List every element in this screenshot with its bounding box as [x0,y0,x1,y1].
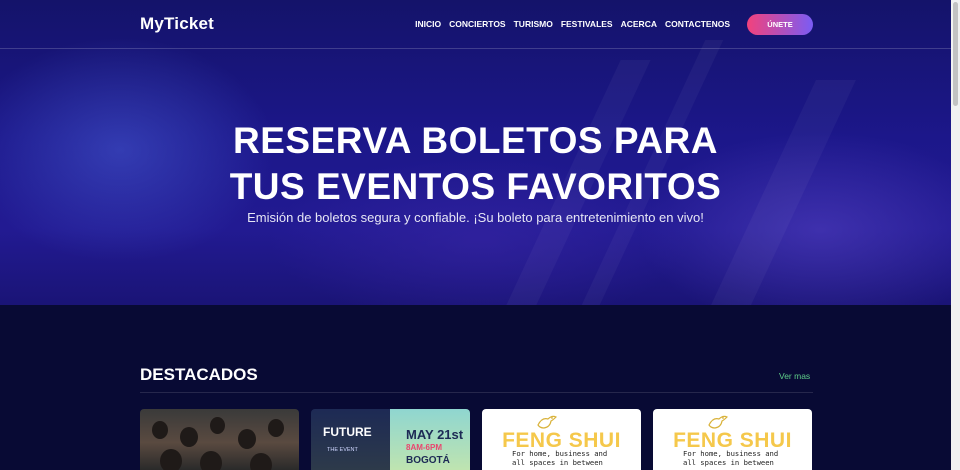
brand-logo[interactable]: MyTicket [140,14,214,34]
crowd-figure [250,453,272,470]
hero-headline-line1: RESERVA BOLETOS PARA [233,120,718,161]
crowd-figure [200,451,222,470]
hero-headline: RESERVA BOLETOS PARA TUS EVENTOS FAVORIT… [0,118,951,210]
hero-subtitle: Emisión de boletos segura y confiable. ¡… [247,210,704,225]
nav-item-conciertos[interactable]: CONCIERTOS [449,19,506,29]
see-more-link[interactable]: Ver mas [779,371,810,381]
card-event-text: THE EVENT [327,447,358,453]
top-navbar: MyTicket INICIO CONCIERTOS TURISMO FESTI… [0,0,951,49]
card-future-text: FUTURE [323,425,372,439]
card-text-line2: all spaces in between [512,458,603,467]
event-card[interactable]: FENG SHUI For home, business and all spa… [482,409,641,470]
nav-item-festivales[interactable]: FESTIVALES [561,19,613,29]
card-poster-left [311,409,390,470]
card-city: BOGOTÁ [406,455,450,466]
join-button[interactable]: ÚNETE [747,14,813,35]
nav-menu: INICIO CONCIERTOS TURISMO FESTIVALES ACE… [415,19,730,29]
nav-item-inicio[interactable]: INICIO [415,19,441,29]
card-text-line1: For home, business and [512,449,608,458]
nav-item-acerca[interactable]: ACERCA [621,19,657,29]
crowd-figure [268,419,284,437]
card-text-line1: For home, business and [683,449,779,458]
crowd-figure [152,421,168,439]
card-text-line2: all spaces in between [683,458,774,467]
scrollbar-thumb[interactable] [953,2,958,106]
card-date: MAY 21st [406,427,464,442]
crowd-figure [160,449,182,470]
crowd-figure [238,429,256,449]
featured-title: DESTACADOS [140,365,258,384]
nav-item-turismo[interactable]: TURISMO [514,19,553,29]
event-card[interactable] [140,409,299,470]
event-card[interactable]: FENG SHUI For home, business and all spa… [653,409,812,470]
section-divider [140,392,813,393]
crowd-figure [210,417,225,434]
hero-banner: MyTicket INICIO CONCIERTOS TURISMO FESTI… [0,0,951,305]
crowd-figure [180,427,198,447]
card-text: For home, business and all spaces in bet… [512,449,607,467]
card-text: For home, business and all spaces in bet… [683,449,778,467]
event-card[interactable]: FUTURE THE EVENT MAY 21st 8AM-6PM BOGOTÁ [311,409,470,470]
nav-item-contactenos[interactable]: CONTACTENOS [665,19,730,29]
card-time: 8AM-6PM [406,443,443,452]
hero-headline-line2: TUS EVENTOS FAVORITOS [229,166,722,207]
